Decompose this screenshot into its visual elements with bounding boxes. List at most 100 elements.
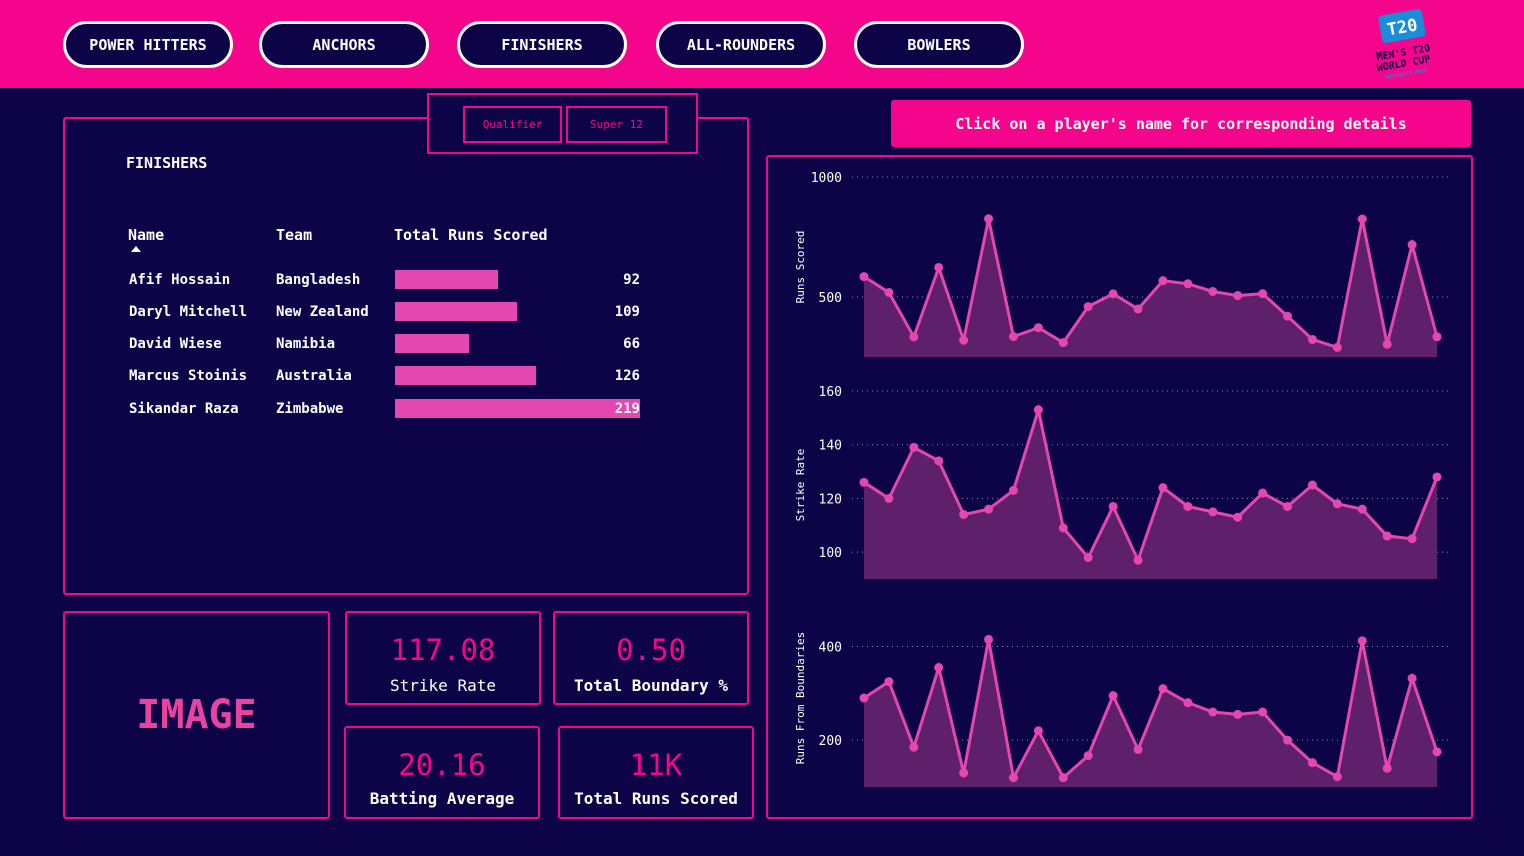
data-point bbox=[1108, 501, 1118, 511]
data-point bbox=[1382, 763, 1392, 773]
player-name[interactable]: Afif Hossain bbox=[129, 269, 230, 291]
runs-bar bbox=[395, 366, 536, 385]
player-team: Australia bbox=[276, 368, 352, 384]
data-point bbox=[1407, 534, 1417, 544]
data-point bbox=[1407, 240, 1417, 250]
player-image-panel: IMAGE bbox=[63, 611, 330, 819]
data-point bbox=[1307, 758, 1317, 768]
data-point bbox=[1058, 773, 1068, 783]
y-tick-label: 500 bbox=[819, 291, 842, 306]
table-row[interactable]: Afif Hossain Bangladesh 92 bbox=[0, 269, 700, 291]
kpi-strike-rate: 117.08 Strike Rate bbox=[345, 611, 541, 705]
kpi-boundary-percent: 0.50 Total Boundary % bbox=[553, 611, 749, 705]
player-team: Zimbabwe bbox=[276, 401, 344, 417]
series-area bbox=[864, 218, 1437, 357]
kpi-value: 117.08 bbox=[390, 633, 496, 667]
data-point bbox=[1008, 332, 1018, 342]
data-point bbox=[1133, 304, 1143, 314]
y-tick-label: 160 bbox=[819, 385, 842, 400]
table-row[interactable]: David Wiese Namibia 66 bbox=[0, 333, 700, 355]
data-point bbox=[959, 335, 969, 345]
column-header-name[interactable]: Name bbox=[128, 226, 164, 244]
column-header-total-runs[interactable]: Total Runs Scored bbox=[394, 226, 548, 244]
data-point bbox=[1258, 488, 1268, 498]
tab-bowlers[interactable]: BOWLERS bbox=[854, 21, 1024, 68]
data-point bbox=[984, 634, 994, 644]
player-name[interactable]: Marcus Stoinis bbox=[129, 365, 247, 387]
player-team: Bangladesh bbox=[276, 272, 361, 288]
player-details-hint[interactable]: Click on a player's name for correspondi… bbox=[891, 100, 1471, 147]
data-point bbox=[884, 287, 894, 297]
data-point bbox=[859, 477, 869, 487]
y-axis-label: Runs From Boundaries bbox=[794, 632, 807, 764]
tab-all-rounders[interactable]: ALL-ROUNDERS bbox=[656, 21, 826, 68]
y-tick-label: 100 bbox=[819, 546, 842, 561]
kpi-value: 20.16 bbox=[398, 748, 486, 782]
data-point bbox=[1432, 747, 1442, 757]
runs-value: 219 bbox=[614, 401, 640, 417]
data-point bbox=[884, 677, 894, 687]
data-point bbox=[1158, 276, 1168, 286]
runs-value: 66 bbox=[623, 336, 640, 352]
data-point bbox=[1033, 405, 1043, 415]
filter-qualifier-button[interactable]: Qualifier bbox=[463, 106, 562, 143]
data-point bbox=[1208, 286, 1218, 296]
kpi-label: Total Runs Scored bbox=[574, 789, 738, 808]
filter-super-12-button[interactable]: Super 12 bbox=[566, 106, 667, 143]
kpi-total-runs: 11K Total Runs Scored bbox=[558, 726, 754, 819]
data-point bbox=[1158, 483, 1168, 493]
y-tick-label: 400 bbox=[819, 640, 842, 655]
data-point bbox=[1083, 553, 1093, 563]
kpi-label: Strike Rate bbox=[390, 676, 496, 695]
kpi-label: Batting Average bbox=[369, 789, 515, 808]
table-row[interactable]: Daryl Mitchell New Zealand 109 bbox=[0, 301, 700, 323]
player-name[interactable]: Sikandar Raza bbox=[129, 398, 239, 420]
table-title: FINISHERS bbox=[126, 154, 208, 172]
data-point bbox=[1283, 311, 1293, 321]
data-point bbox=[859, 272, 869, 282]
data-point bbox=[884, 493, 894, 503]
data-point bbox=[959, 768, 969, 778]
data-point bbox=[1183, 279, 1193, 289]
runs-value: 92 bbox=[623, 272, 640, 288]
data-point bbox=[1307, 480, 1317, 490]
runs-value: 109 bbox=[614, 304, 640, 320]
data-point bbox=[934, 663, 944, 673]
image-placeholder: IMAGE bbox=[136, 692, 257, 738]
data-point bbox=[1183, 501, 1193, 511]
runs-value: 126 bbox=[614, 368, 640, 384]
tab-finishers[interactable]: FINISHERS bbox=[457, 21, 627, 68]
data-point bbox=[1432, 332, 1442, 342]
data-point bbox=[1233, 291, 1243, 301]
data-point bbox=[1108, 289, 1118, 299]
y-tick-label: 120 bbox=[819, 492, 842, 507]
kpi-batting-average: 20.16 Batting Average bbox=[344, 726, 540, 819]
player-name[interactable]: Daryl Mitchell bbox=[129, 301, 247, 323]
runs-bar bbox=[395, 334, 469, 353]
data-point bbox=[1332, 342, 1342, 352]
data-point bbox=[1033, 726, 1043, 736]
data-point bbox=[1357, 214, 1367, 224]
table-row[interactable]: Marcus Stoinis Australia 126 bbox=[0, 365, 700, 387]
table-row[interactable]: Sikandar Raza Zimbabwe 219 bbox=[0, 398, 700, 420]
tab-power-hitters[interactable]: POWER HITTERS bbox=[63, 21, 233, 68]
data-point bbox=[1183, 698, 1193, 708]
player-trend-charts: 500 1000 Runs Scored 100 120 140 160 Strike Rat… bbox=[794, 171, 1448, 787]
data-point bbox=[1258, 289, 1268, 299]
kpi-label: Total Boundary % bbox=[573, 676, 729, 695]
tab-anchors[interactable]: ANCHORS bbox=[259, 21, 429, 68]
data-point bbox=[909, 742, 919, 752]
data-point bbox=[934, 262, 944, 272]
player-name[interactable]: David Wiese bbox=[129, 333, 222, 355]
data-point bbox=[1283, 735, 1293, 745]
y-axis-label: Runs Scored bbox=[794, 231, 807, 304]
y-tick-label: 1000 bbox=[811, 171, 842, 186]
data-point bbox=[1307, 334, 1317, 344]
runs-bar bbox=[395, 270, 498, 289]
column-header-team[interactable]: Team bbox=[276, 226, 312, 244]
data-point bbox=[934, 456, 944, 466]
y-axis-label: Strike Rate bbox=[794, 449, 807, 522]
kpi-value: 11K bbox=[629, 748, 683, 782]
data-point bbox=[1382, 531, 1392, 541]
data-point bbox=[984, 504, 994, 514]
